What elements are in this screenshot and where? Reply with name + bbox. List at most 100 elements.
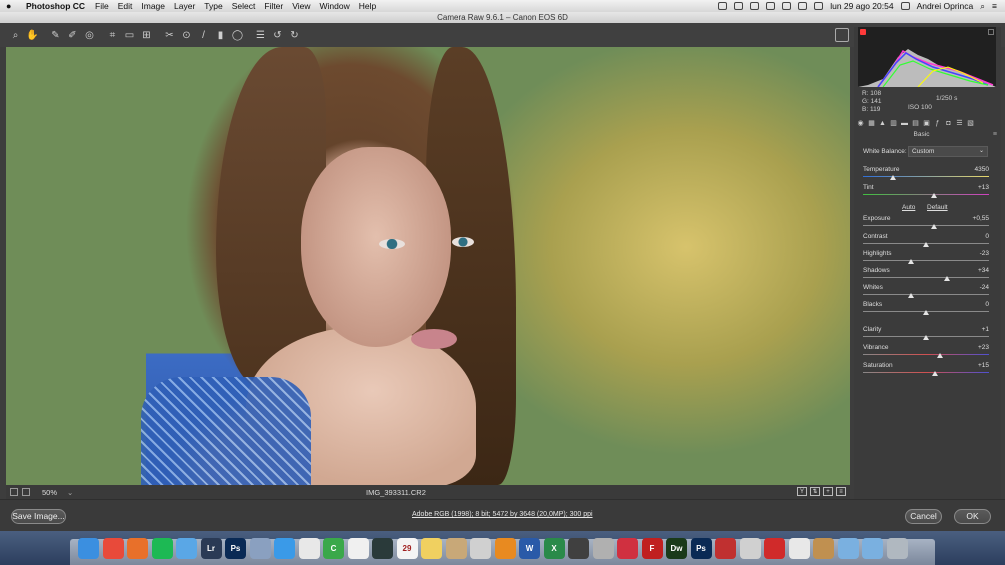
contacts-icon[interactable]	[445, 538, 467, 559]
finder-icon[interactable]	[78, 538, 99, 559]
tab-fx-icon[interactable]: ƒ	[933, 119, 942, 128]
hand-icon[interactable]: ✋	[25, 28, 40, 43]
wifi-icon[interactable]	[782, 2, 792, 10]
red-eye-icon[interactable]: ⊙	[179, 28, 194, 43]
shadows-slider-thumb[interactable]	[944, 276, 951, 281]
exposure-slider-track[interactable]	[863, 225, 989, 226]
excel-icon[interactable]: X	[543, 538, 565, 559]
tab-split-toning-icon[interactable]: ▬	[900, 119, 909, 128]
spotify-icon[interactable]	[151, 538, 173, 559]
tab-hsl-icon[interactable]: ▥	[889, 119, 898, 128]
archive-icon[interactable]	[813, 538, 834, 559]
filezilla-icon[interactable]: F	[641, 538, 663, 559]
dreamweaver-icon[interactable]: Dw	[666, 538, 687, 559]
chrome-icon[interactable]	[102, 538, 124, 559]
saturation-value[interactable]: +15	[978, 362, 989, 369]
vibrance-value[interactable]: +23	[978, 344, 989, 351]
tab-presets-icon[interactable]: ☰	[955, 119, 964, 128]
menu-filter[interactable]: Filter	[264, 1, 283, 11]
preview-icon[interactable]	[249, 538, 271, 559]
app-icon[interactable]	[617, 538, 638, 559]
temperature-value[interactable]: 4350	[975, 166, 989, 173]
shadow-clipping-warning-icon[interactable]	[860, 29, 866, 35]
temperature-slider-thumb[interactable]	[890, 175, 897, 180]
vibrance-slider-track[interactable]	[863, 354, 989, 355]
flag-icon[interactable]	[900, 2, 910, 10]
highlight-clipping-warning-icon[interactable]	[988, 29, 994, 35]
white-balance-icon[interactable]: ✎	[48, 28, 63, 43]
tab-tone-curve-icon[interactable]: ▦	[867, 119, 876, 128]
chevron-down-icon[interactable]: ⌄	[67, 488, 73, 497]
tab-effects-icon[interactable]: ▣	[922, 119, 931, 128]
vlc-icon[interactable]	[494, 538, 516, 559]
menu-select[interactable]: Select	[232, 1, 256, 11]
textedit-icon[interactable]	[298, 538, 320, 559]
calculator-icon[interactable]	[592, 538, 614, 559]
clarity-slider-thumb[interactable]	[923, 335, 929, 340]
crop-icon[interactable]: ⌗	[105, 28, 120, 43]
cancel-button[interactable]: Cancel	[905, 509, 942, 524]
tab-detail-icon[interactable]: ▲	[878, 119, 887, 128]
rotate-cw-icon[interactable]: ↻	[287, 28, 302, 43]
menu-help[interactable]: Help	[359, 1, 376, 11]
exposure-slider-thumb[interactable]	[930, 224, 937, 229]
image-preview[interactable]	[6, 47, 850, 485]
apple-icon[interactable]: ●	[6, 1, 16, 11]
white-balance-select[interactable]: Custom ⌄	[908, 146, 988, 157]
vibrance-slider-thumb[interactable]	[936, 353, 943, 358]
contrast-slider-thumb[interactable]	[923, 242, 929, 247]
activity-icon[interactable]	[372, 538, 393, 559]
status-icon[interactable]	[734, 2, 744, 10]
status-icon[interactable]	[718, 2, 728, 10]
app-icon[interactable]	[739, 538, 761, 559]
tab-lens-icon[interactable]: ▤	[911, 119, 920, 128]
utility-icon[interactable]	[470, 538, 491, 559]
graduated-filter-icon[interactable]: ▮	[213, 28, 228, 43]
saturation-slider-track[interactable]	[863, 372, 989, 373]
volume-icon[interactable]	[798, 2, 808, 10]
rotate-ccw-icon[interactable]: ↺	[270, 28, 285, 43]
highlights-value[interactable]: -23	[980, 250, 989, 257]
search-icon[interactable]: ⌕	[980, 1, 985, 12]
copy-icon[interactable]: +	[823, 487, 833, 496]
highlights-slider-thumb[interactable]	[907, 259, 914, 264]
zoom-out-button[interactable]	[10, 488, 18, 496]
targeted-adjust-icon[interactable]: ◎	[82, 28, 97, 43]
radial-filter-icon[interactable]: ◯	[230, 28, 245, 43]
blacks-slider-thumb[interactable]	[923, 310, 929, 315]
contrast-value[interactable]: 0	[985, 233, 989, 240]
zoom-icon[interactable]: ⌕	[8, 28, 23, 43]
swap-icon[interactable]: ⇅	[810, 487, 820, 496]
menu-view[interactable]: View	[292, 1, 310, 11]
document-icon[interactable]	[788, 538, 810, 559]
tint-slider-track[interactable]	[863, 194, 989, 195]
weather-icon[interactable]	[176, 538, 197, 559]
tab-basic-icon[interactable]: ◉	[856, 119, 865, 128]
adjustment-brush-icon[interactable]: /	[196, 28, 211, 43]
save-image-button[interactable]: Save Image...	[11, 509, 66, 524]
app-icon[interactable]: C	[323, 538, 344, 559]
before-after-toggle[interactable]: Y	[797, 487, 807, 496]
word-icon[interactable]: W	[519, 538, 540, 559]
folder-icon[interactable]	[862, 538, 883, 559]
tab-snapshots-icon[interactable]: ▧	[966, 119, 975, 128]
menubar-user[interactable]: Andrei Oprinca	[917, 1, 974, 11]
notes-icon[interactable]	[421, 538, 442, 559]
battery-icon[interactable]	[814, 2, 824, 10]
tint-slider-thumb[interactable]	[930, 193, 937, 198]
firefox-icon[interactable]	[127, 538, 148, 559]
trash-icon[interactable]	[886, 538, 908, 559]
menu-app-name[interactable]: Photoshop CC	[26, 1, 85, 11]
settings-toggle-icon[interactable]: ≡	[836, 487, 846, 496]
panel-menu-icon[interactable]: ≡	[993, 131, 997, 138]
blacks-value[interactable]: 0	[985, 301, 989, 308]
whites-slider-track[interactable]	[863, 294, 989, 295]
video-icon[interactable]	[568, 538, 589, 559]
menu-type[interactable]: Type	[204, 1, 222, 11]
whites-slider-thumb[interactable]	[907, 293, 914, 298]
tint-value[interactable]: +13	[978, 184, 989, 191]
menu-image[interactable]: Image	[141, 1, 165, 11]
app-icon[interactable]	[347, 538, 369, 559]
spot-removal-icon[interactable]: ✂	[162, 28, 177, 43]
clarity-value[interactable]: +1	[982, 326, 989, 333]
